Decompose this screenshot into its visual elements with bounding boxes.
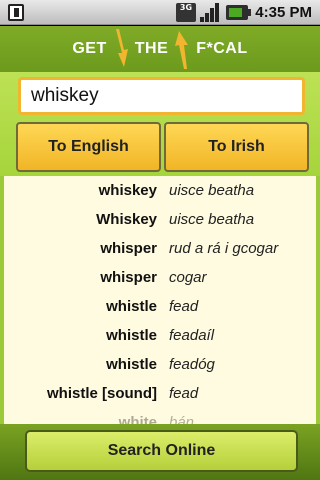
- list-item[interactable]: whisper rud a rá i gcogar: [0, 234, 320, 263]
- english-word: whistle: [106, 298, 157, 315]
- list-item[interactable]: Whiskey uisce beatha: [0, 205, 320, 234]
- english-word: whistle: [106, 356, 157, 373]
- battery-icon: [226, 5, 251, 20]
- to-english-button[interactable]: To English: [16, 122, 161, 172]
- app-header: GET THE F*CAL: [0, 26, 320, 72]
- english-word: whiskey: [98, 182, 157, 199]
- english-word: whistle [sound]: [47, 385, 157, 402]
- status-bar: 3G 4:35 PM: [0, 0, 320, 25]
- list-item[interactable]: white bán: [0, 408, 320, 424]
- english-word: whistle: [106, 327, 157, 344]
- to-irish-button[interactable]: To Irish: [164, 122, 309, 172]
- search-input[interactable]: whiskey: [18, 77, 305, 115]
- irish-translation: uisce beatha: [169, 211, 255, 228]
- logo-word-get: GET: [72, 40, 107, 57]
- list-item[interactable]: whiskey uisce beatha: [0, 176, 320, 205]
- list-item[interactable]: whistle fead: [0, 292, 320, 321]
- app-logo: GET THE F*CAL: [0, 26, 320, 72]
- irish-translation: bán: [169, 414, 195, 424]
- bottom-bar: Search Online: [0, 424, 320, 480]
- english-word: whisper: [100, 240, 157, 257]
- english-word: whisper: [100, 269, 157, 286]
- search-panel: whiskey To English To Irish: [0, 72, 320, 176]
- notification-icon: [8, 4, 24, 21]
- network-3g-icon: 3G: [176, 3, 196, 22]
- irish-translation: feadaíl: [169, 327, 215, 344]
- list-item[interactable]: whisper cogar: [0, 263, 320, 292]
- search-online-button[interactable]: Search Online: [25, 430, 298, 472]
- english-word: Whiskey: [96, 211, 157, 228]
- status-time: 4:35 PM: [255, 4, 312, 21]
- arrow-up-icon: [175, 31, 189, 69]
- irish-translation: uisce beatha: [169, 182, 255, 199]
- signal-strength-icon: [200, 3, 220, 22]
- irish-translation: feadóg: [169, 356, 215, 373]
- list-item[interactable]: whistle [sound] fead: [0, 379, 320, 408]
- logo-word-focal: F*CAL: [196, 40, 248, 57]
- irish-translation: rud a rá i gcogar: [169, 240, 279, 257]
- irish-translation: fead: [169, 298, 199, 315]
- arrow-down-icon: [115, 29, 128, 67]
- irish-translation: fead: [169, 385, 199, 402]
- list-item[interactable]: whistle feadóg: [0, 350, 320, 379]
- logo-word-the: THE: [134, 40, 169, 57]
- irish-translation: cogar: [169, 269, 207, 286]
- english-word: white: [118, 414, 157, 424]
- results-list[interactable]: whiskey uisce beatha Whiskey uisce beath…: [0, 176, 320, 424]
- list-item[interactable]: whistle feadaíl: [0, 321, 320, 350]
